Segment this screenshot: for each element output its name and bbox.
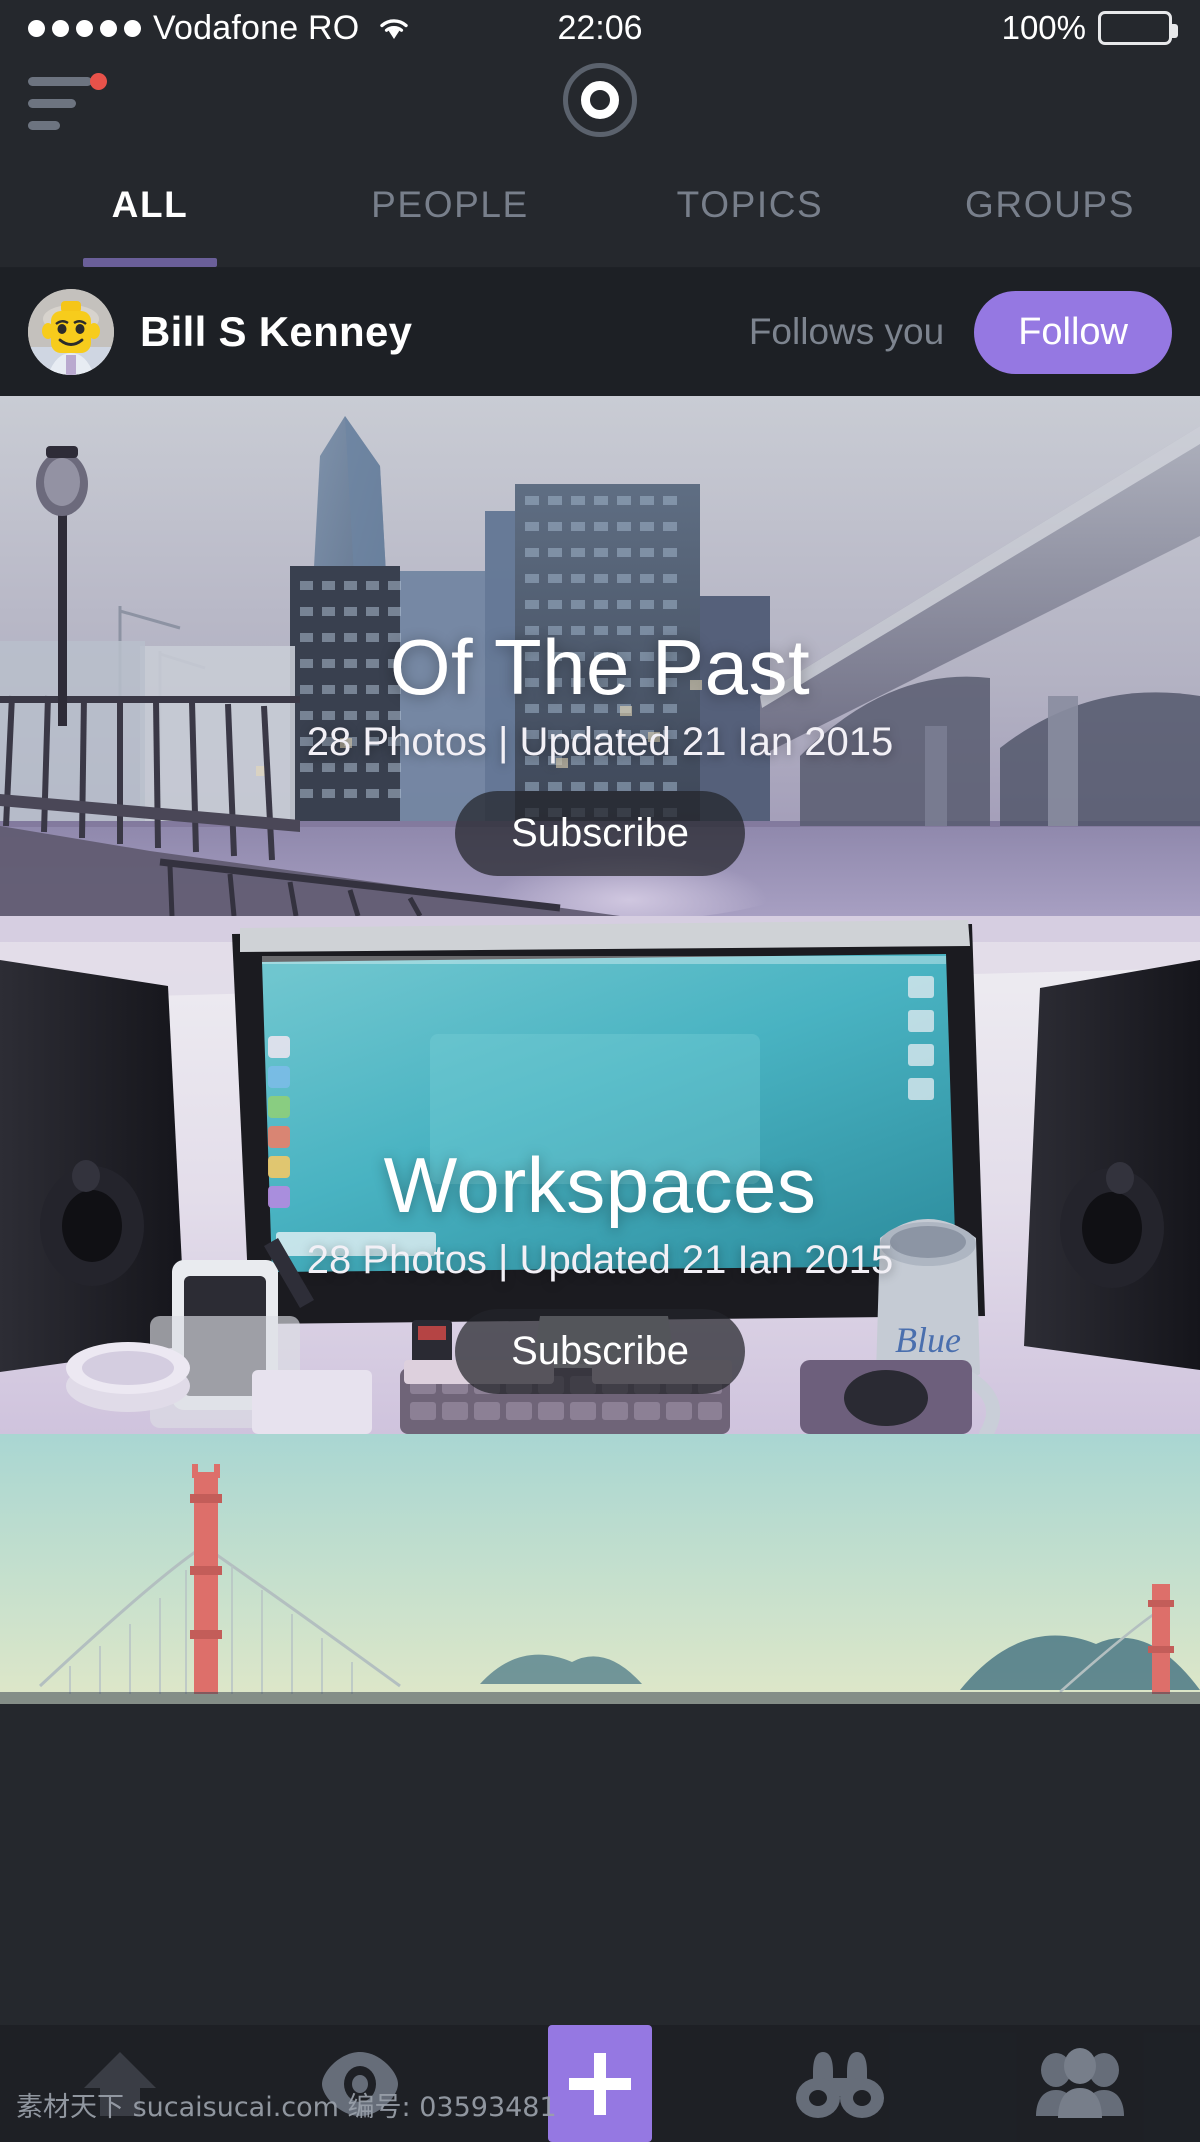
binoculars-icon — [793, 2048, 887, 2120]
nav-discover[interactable] — [720, 2025, 960, 2142]
collection-card-golden-gate[interactable] — [0, 1434, 1200, 1704]
nav-people[interactable] — [960, 2025, 1200, 2142]
subscribe-button[interactable]: Subscribe — [455, 791, 745, 876]
golden-gate-bridge-illustration — [0, 1434, 1200, 1704]
nav-watching[interactable] — [240, 2025, 480, 2142]
signal-strength-icon — [28, 19, 141, 37]
nav-add[interactable] — [480, 2025, 720, 2142]
battery-percent-label: 100% — [1001, 9, 1086, 46]
card-meta: 28 Photos | Updated 21 Ian 2015 — [306, 1238, 894, 1282]
carrier-label: Vodafone RO — [153, 8, 360, 47]
tab-active-underline — [83, 258, 217, 267]
status-bar-right: 100% — [1001, 9, 1178, 47]
nav-home[interactable] — [0, 2025, 240, 2142]
tab-all[interactable]: ALL — [0, 144, 300, 267]
hamburger-menu-icon[interactable] — [28, 69, 108, 131]
phone-screen: Vodafone RO 22:06 100% ALL PEOPLE TOPICS… — [0, 0, 1200, 2142]
user-result-row[interactable]: Bill S Kenney Follows you Follow — [0, 268, 1200, 396]
tab-topics[interactable]: TOPICS — [600, 144, 900, 267]
collection-card-of-the-past[interactable]: Of The Past 28 Photos | Updated 21 Ian 2… — [0, 396, 1200, 916]
subscribe-button[interactable]: Subscribe — [455, 1309, 745, 1394]
plus-icon — [567, 2051, 633, 2117]
user-name-label: Bill S Kenney — [140, 308, 413, 355]
card-title: Of The Past — [389, 623, 811, 711]
wifi-icon — [377, 15, 411, 41]
collection-card-workspaces[interactable]: Blue Workspaces 28 Photos | Updated 21 I… — [0, 916, 1200, 1434]
card-overlay: Workspaces 28 Photos | Updated 21 Ian 20… — [0, 916, 1200, 1434]
tab-bar: ALL PEOPLE TOPICS GROUPS — [0, 144, 1200, 268]
home-icon — [82, 2048, 158, 2120]
app-logo-circle-icon[interactable] — [563, 63, 637, 137]
collection-feed: Of The Past 28 Photos | Updated 21 Ian 2… — [0, 396, 1200, 1704]
battery-icon — [1098, 11, 1178, 45]
card-title: Workspaces — [383, 1141, 817, 1229]
follows-you-label: Follows you — [748, 311, 945, 352]
tab-people[interactable]: PEOPLE — [300, 144, 600, 267]
add-button[interactable] — [548, 2025, 652, 2142]
card-meta: 28 Photos | Updated 21 Ian 2015 — [306, 720, 894, 764]
eye-icon — [318, 2048, 402, 2120]
tab-groups[interactable]: GROUPS — [900, 144, 1200, 267]
bottom-navigation-bar — [0, 2025, 1200, 2142]
people-icon — [1032, 2047, 1128, 2120]
tab-groups-label: GROUPS — [965, 184, 1135, 225]
avatar[interactable] — [28, 289, 114, 375]
follow-button[interactable]: Follow — [974, 290, 1172, 374]
status-bar: Vodafone RO 22:06 100% — [0, 0, 1200, 56]
status-bar-left: Vodafone RO — [28, 9, 411, 48]
tab-topics-label: TOPICS — [676, 184, 824, 225]
tab-all-label: ALL — [111, 184, 189, 225]
notification-dot-icon — [90, 73, 107, 90]
card-overlay: Of The Past 28 Photos | Updated 21 Ian 2… — [0, 396, 1200, 916]
app-header — [0, 56, 1200, 144]
tab-people-label: PEOPLE — [371, 184, 529, 225]
